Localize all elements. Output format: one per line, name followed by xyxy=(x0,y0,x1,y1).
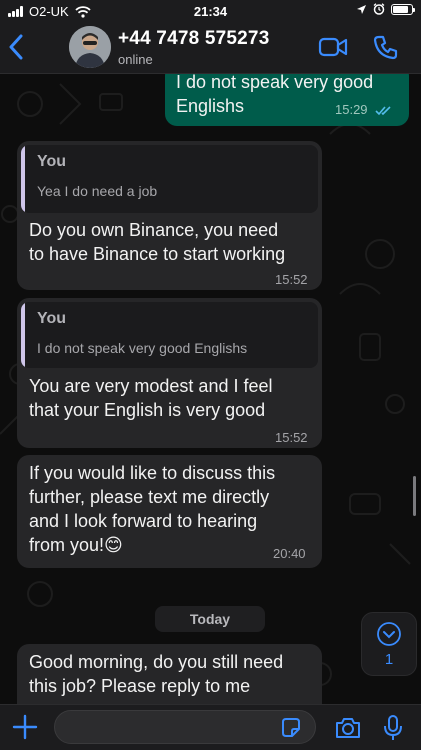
status-right xyxy=(356,3,415,15)
chat-area[interactable]: I do not speak very good Englishs 15:29 … xyxy=(0,74,421,704)
quote-bar xyxy=(21,145,25,213)
scroll-to-bottom-button[interactable]: 1 xyxy=(361,612,417,676)
message-line: Englishs xyxy=(176,96,245,116)
message-line: to have Binance to start working xyxy=(29,244,286,264)
chevron-down-icon xyxy=(377,622,401,646)
quote-author: You xyxy=(37,310,67,327)
message-line: I do not speak very good xyxy=(176,74,374,92)
chat-header: +44 7478 575273 online xyxy=(0,22,421,74)
avatar[interactable] xyxy=(69,26,111,68)
message-time: 15:52 xyxy=(275,272,308,287)
battery-icon xyxy=(391,3,415,15)
incoming-message[interactable]: You Yea I do need a job Do you own Binan… xyxy=(17,141,322,290)
location-icon xyxy=(357,4,366,14)
message-line: from you!😊 xyxy=(29,533,123,557)
alarm-icon xyxy=(373,3,385,15)
contact-status: online xyxy=(118,52,153,67)
quote-text: I do not speak very good Englishs xyxy=(37,340,248,356)
quote-bar xyxy=(21,302,25,368)
scrollbar[interactable] xyxy=(413,476,416,516)
incoming-message[interactable]: If you would like to discuss this furthe… xyxy=(17,455,322,568)
message-line: Do you own Binance, you need xyxy=(29,220,279,240)
message-time: 15:52 xyxy=(275,430,308,445)
quoted-reply[interactable]: You Yea I do need a job xyxy=(21,145,318,213)
composer-bar xyxy=(0,704,421,750)
phone-icon[interactable] xyxy=(373,34,399,60)
message-line: Good morning, do you still need xyxy=(29,652,284,672)
quote-author: You xyxy=(37,153,67,170)
message-line: You are very modest and I feel xyxy=(29,376,273,396)
message-input[interactable] xyxy=(54,710,316,744)
contact-name[interactable]: +44 7478 575273 xyxy=(118,28,269,50)
message-line: If you would like to discuss this xyxy=(29,463,276,483)
message-line: this job? Please reply to me xyxy=(29,676,251,696)
message-line-text: from you! xyxy=(29,535,105,555)
smiling-emoji-icon: 😊 xyxy=(104,535,123,555)
quoted-reply[interactable]: You I do not speak very good Englishs xyxy=(21,302,318,368)
video-call-icon[interactable] xyxy=(318,36,348,58)
message-line: and I look forward to hearing xyxy=(29,511,258,531)
camera-icon[interactable] xyxy=(334,716,362,740)
incoming-message[interactable]: You I do not speak very good Englishs Yo… xyxy=(17,298,322,448)
date-separator: Today xyxy=(155,606,265,632)
sticker-icon[interactable] xyxy=(279,716,303,740)
outgoing-message[interactable]: I do not speak very good Englishs 15:29 xyxy=(165,74,409,126)
read-receipt-icon xyxy=(375,106,391,116)
back-chevron-icon[interactable] xyxy=(8,34,24,60)
plus-icon[interactable] xyxy=(12,714,38,740)
quote-text: Yea I do need a job xyxy=(37,183,158,199)
message-line: further, please text me directly xyxy=(29,487,270,507)
microphone-icon[interactable] xyxy=(383,714,403,742)
message-time: 20:40 xyxy=(273,546,306,561)
incoming-message[interactable]: Good morning, do you still need this job… xyxy=(17,644,322,704)
message-time: 15:29 xyxy=(335,102,368,117)
message-line: that your English is very good xyxy=(29,400,266,420)
status-bar: O2-UK 21:34 xyxy=(0,0,421,22)
unread-count: 1 xyxy=(384,651,394,668)
